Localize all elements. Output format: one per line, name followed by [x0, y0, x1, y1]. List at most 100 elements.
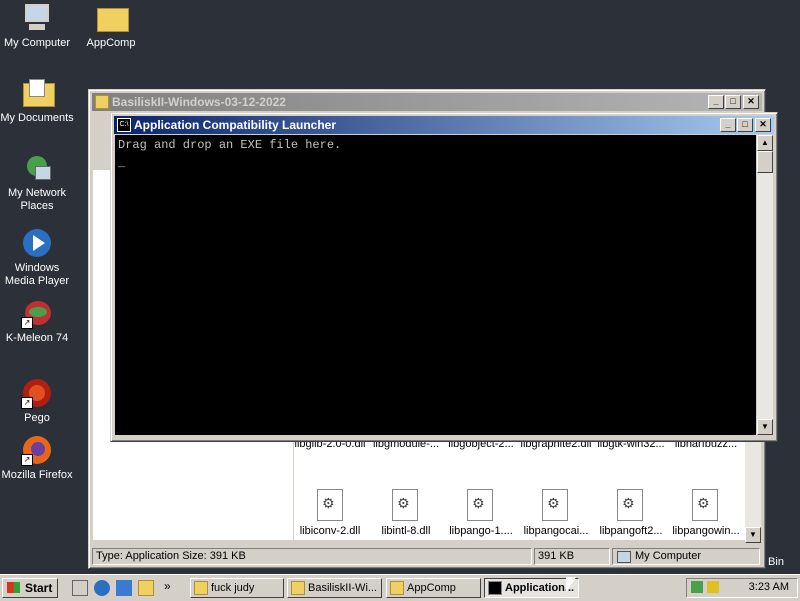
- desktop-icon-my-computer[interactable]: My Computer: [0, 2, 74, 50]
- console-title: Application Compatibility Launcher: [134, 118, 337, 132]
- desktop-icon-windows-media-player[interactable]: Windows Media Player: [0, 227, 74, 288]
- file-name: libintl-8.dll: [381, 525, 431, 537]
- folder-icon[interactable]: [138, 580, 154, 596]
- file-name: libiconv-2.dll: [299, 525, 361, 537]
- desktop-icon-label: My Documents: [0, 112, 74, 124]
- close-button[interactable]: ✕: [755, 118, 771, 132]
- scroll-down-button[interactable]: ▼: [745, 527, 761, 543]
- dll-file-icon: ⚙: [692, 489, 718, 521]
- desktop-icon-pego[interactable]: ↗ Pego: [0, 377, 74, 425]
- file-name: libpangowin...: [672, 525, 740, 537]
- folder-icon: [390, 581, 404, 595]
- minimize-button[interactable]: _: [708, 95, 724, 109]
- task-button-appcomp[interactable]: AppComp: [386, 578, 481, 598]
- dll-file-icon: ⚙: [467, 489, 493, 521]
- maximize-button[interactable]: □: [725, 95, 741, 109]
- file-name: libpangocai...: [523, 525, 589, 537]
- explorer-scrollbar[interactable]: ▼: [745, 433, 761, 543]
- status-size: 391 KB: [534, 548, 610, 565]
- desktop-icon-label: AppComp: [86, 37, 136, 49]
- file-item[interactable]: libpango-1....: [443, 525, 519, 537]
- task-button-fuck-judy[interactable]: fuck judy: [190, 578, 284, 598]
- desktop-icon-label: Windows Media Player: [4, 262, 70, 287]
- status-location-label: My Computer: [635, 550, 702, 562]
- file-item[interactable]: libintl-8.dll: [368, 525, 444, 537]
- shortcut-arrow-icon: ↗: [21, 317, 33, 329]
- k-meleon-icon: ↗: [21, 297, 53, 329]
- console-titlebar[interactable]: C:\ Application Compatibility Launcher _…: [114, 116, 774, 134]
- desktop-icon-my-documents[interactable]: My Documents: [0, 77, 74, 125]
- file-item[interactable]: libiconv-2.dll: [292, 525, 368, 537]
- folder-icon: [95, 2, 129, 34]
- desktop-icon-label: Pego: [24, 412, 50, 424]
- desktop-icon-my-network-places[interactable]: My Network Places: [0, 152, 74, 213]
- desktop-icon-label: My Network Places: [7, 187, 67, 212]
- start-label: Start: [25, 581, 53, 595]
- pego-icon: ↗: [21, 377, 53, 409]
- desktop-icon-label: My Computer: [3, 37, 71, 49]
- console-icon: [488, 581, 502, 595]
- file-item[interactable]: libpangowin...: [668, 525, 744, 537]
- console-cursor: _: [118, 156, 126, 170]
- task-label: Application...: [505, 582, 575, 594]
- maximize-button[interactable]: □: [737, 118, 753, 132]
- media-player-icon: [21, 227, 53, 259]
- search-folder-icon: [194, 581, 208, 595]
- status-type: Type: Application Size: 391 KB: [92, 548, 532, 565]
- console-output[interactable]: Drag and drop an EXE file here. _: [115, 135, 756, 435]
- scroll-up-button[interactable]: ▲: [757, 135, 773, 151]
- file-item[interactable]: libpangocai...: [518, 525, 594, 537]
- mouse-cursor: [566, 577, 576, 593]
- outlook-express-icon[interactable]: [116, 580, 132, 596]
- quick-launch-more-button[interactable]: »: [164, 579, 171, 593]
- console-scrollbar[interactable]: ▲ ▼: [757, 135, 773, 435]
- desktop-icon-k-meleon[interactable]: ↗ K-Meleon 74: [0, 297, 74, 345]
- dll-file-icon: ⚙: [617, 489, 643, 521]
- desktop-icon-label: K-Meleon 74: [5, 332, 69, 344]
- task-button-application[interactable]: Application...: [484, 578, 579, 598]
- file-name: libpangoft2...: [599, 525, 663, 537]
- computer-icon: [617, 551, 631, 563]
- volume-tray-icon[interactable]: [707, 581, 719, 593]
- console-window[interactable]: C:\ Application Compatibility Launcher _…: [110, 112, 778, 442]
- start-button[interactable]: Start: [2, 578, 58, 598]
- quick-launch: »: [64, 575, 184, 601]
- folder-icon: [95, 95, 109, 109]
- console-message: Drag and drop an EXE file here.: [118, 138, 342, 152]
- task-button-basilisk[interactable]: BasiliskII-Wi...: [287, 578, 382, 598]
- task-label: fuck judy: [211, 582, 255, 594]
- shortcut-arrow-icon: ↗: [21, 397, 33, 409]
- documents-folder-icon: [21, 77, 55, 109]
- task-label: BasiliskII-Wi...: [308, 582, 378, 594]
- minimize-button[interactable]: _: [720, 118, 736, 132]
- scroll-thumb[interactable]: [757, 151, 773, 173]
- dll-file-icon: ⚙: [317, 489, 343, 521]
- desktop-icon-label: Mozilla Firefox: [1, 469, 73, 481]
- console-icon: C:\: [117, 118, 131, 132]
- file-item[interactable]: libpangoft2...: [593, 525, 669, 537]
- computer-icon: [21, 2, 53, 34]
- network-icon: [21, 152, 53, 184]
- firefox-icon: ↗: [21, 434, 53, 466]
- explorer-titlebar[interactable]: BasiliskII-Windows-03-12-2022 _ □ ✕: [92, 93, 762, 111]
- show-desktop-icon[interactable]: [72, 580, 88, 596]
- status-bar: Type: Application Size: 391 KB 391 KB My…: [92, 548, 762, 565]
- desktop-icon-mozilla-firefox[interactable]: ↗ Mozilla Firefox: [0, 434, 74, 482]
- dll-file-icon: ⚙: [542, 489, 568, 521]
- taskbar: Start » fuck judy BasiliskII-Wi... AppCo…: [0, 574, 800, 601]
- file-name: libpango-1....: [449, 525, 513, 537]
- close-button[interactable]: ✕: [743, 95, 759, 109]
- system-tray: 3:23 AM: [686, 578, 798, 598]
- internet-explorer-icon[interactable]: [94, 580, 110, 596]
- folder-icon: [291, 581, 305, 595]
- status-location: My Computer: [612, 548, 760, 565]
- explorer-title: BasiliskII-Windows-03-12-2022: [112, 95, 286, 109]
- task-label: AppComp: [407, 582, 456, 594]
- shortcut-arrow-icon: ↗: [21, 454, 33, 466]
- network-tray-icon[interactable]: [691, 581, 703, 593]
- windows-logo-icon: [7, 582, 20, 593]
- clock[interactable]: 3:23 AM: [749, 581, 789, 593]
- dll-file-icon: ⚙: [392, 489, 418, 521]
- desktop-icon-appcomp[interactable]: AppComp: [74, 2, 148, 50]
- scroll-down-button[interactable]: ▼: [757, 419, 773, 435]
